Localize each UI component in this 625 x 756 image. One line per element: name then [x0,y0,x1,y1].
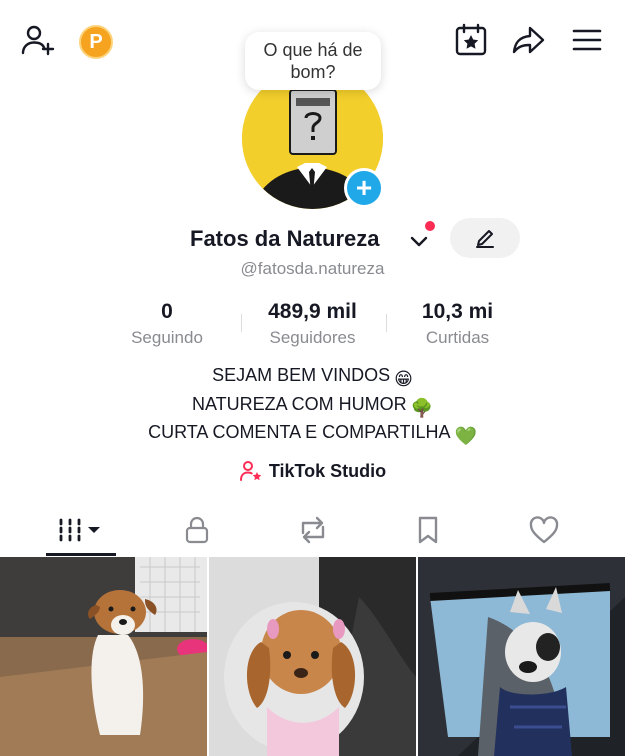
stat-following[interactable]: 0 Seguindo [117,300,217,348]
tree-emoji-icon: 🌳 [410,397,434,418]
stat-value: 10,3 mi [421,300,494,323]
stat-divider [241,314,242,332]
content-tabs [0,505,625,555]
chevron-down-icon[interactable] [408,230,430,252]
studio-label: TikTok Studio [268,460,387,481]
stat-value: 0 [161,300,173,323]
stat-label: Curtidas [425,328,490,347]
calendar-star-icon [455,23,487,56]
notification-dot [425,221,435,231]
share-button[interactable] [511,22,547,58]
green-heart-emoji-icon: 💚 [454,426,477,446]
stat-followers[interactable]: 489,9 mil Seguidores [250,300,375,348]
puppy-cocker-spaniel-thumbnail [209,557,416,756]
heart-icon [529,516,559,544]
bio-line: NATUREZA COM HUMOR 🌳 [0,392,625,421]
share-arrow-icon [512,26,545,54]
stat-value: 489,9 mil [268,300,357,323]
pencil-icon [476,230,494,248]
video-grid [0,557,625,756]
lock-icon [185,516,209,544]
tab-private[interactable] [145,505,249,555]
bookmark-icon [418,516,438,544]
add-friend-button[interactable] [20,22,56,58]
stat-label: Seguindo [131,328,203,347]
active-tab-indicator [46,553,116,556]
bio-text: SEJAM BEM VINDOS [212,365,391,385]
add-avatar-button[interactable]: + [344,168,384,208]
person-plus-icon [21,25,55,56]
tab-reposts[interactable] [261,505,365,555]
stat-label: Seguidores [269,328,356,347]
studio-person-star-icon [239,461,262,481]
puppy-jack-russell-thumbnail [0,557,207,756]
repost-icon [301,516,325,544]
bio-line: CURTA COMENTA E COMPARTILHA 💚 [0,420,625,449]
video-thumbnail[interactable] [0,557,207,756]
name-row: Fatos da Natureza [0,218,625,260]
profile-stats: 0 Seguindo 489,9 mil Seguidores 10,3 mi … [0,300,625,350]
tiktok-studio-link[interactable]: TikTok Studio [0,458,625,484]
stat-likes[interactable]: 10,3 mi Curtidas [405,300,510,348]
bio-text: CURTA COMENTA E COMPARTILHA [148,422,451,442]
coin-icon: P [89,30,103,53]
menu-button[interactable] [569,22,605,58]
tab-videos[interactable] [29,505,133,555]
video-thumbnail[interactable] [418,557,625,756]
plus-icon: + [355,172,373,203]
status-bubble[interactable]: O que há de bom? [245,32,381,90]
display-name[interactable]: Fatos da Natureza [190,226,380,252]
coins-button[interactable]: P [79,25,113,59]
status-bubble-text: O que há de bom? [263,40,363,82]
tab-liked[interactable] [492,505,596,555]
grin-emoji-icon: 😁 [394,369,413,389]
tab-favorites[interactable] [376,505,480,555]
bio-text: NATUREZA COM HUMOR [191,393,407,414]
videos-grid-icon [59,518,100,542]
hamburger-menu-icon [572,29,602,51]
bio: SEJAM BEM VINDOS 😁 NATUREZA COM HUMOR 🌳 CU… [0,363,625,449]
edit-profile-button[interactable] [450,218,520,258]
bio-line: SEJAM BEM VINDOS 😁 [0,363,625,392]
calendar-button[interactable] [453,22,489,58]
video-thumbnail[interactable] [209,557,416,756]
puppy-in-car-thumbnail [418,557,625,756]
username: @fatosda.natureza [240,259,385,278]
stat-divider [386,314,387,332]
